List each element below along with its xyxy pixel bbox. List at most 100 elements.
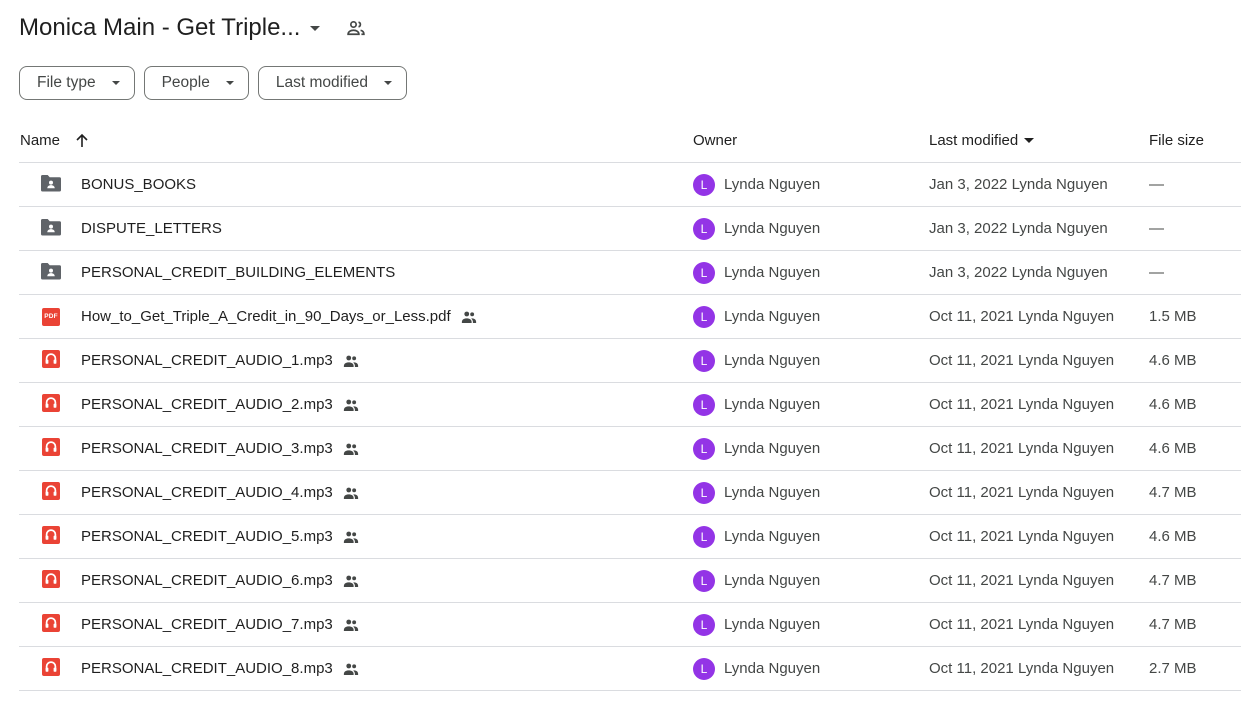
shared-folder-icon — [39, 171, 63, 199]
last-modified-cell: Oct 11, 2021 Lynda Nguyen — [929, 427, 1114, 470]
last-modified-filter-label: Last modified — [275, 74, 369, 91]
owner-name: Lynda Nguyen — [724, 660, 821, 677]
last-modified-cell: Jan 3, 2022 Lynda Nguyen — [929, 251, 1108, 294]
last-modified-column-label: Last modified — [929, 132, 1019, 149]
shared-icon — [342, 528, 360, 546]
owner-cell: L Lynda Nguyen — [693, 647, 820, 690]
owner-column-header: Owner — [693, 119, 737, 162]
owner-cell: L Lynda Nguyen — [693, 251, 820, 294]
file-name[interactable]: PERSONAL_CREDIT_AUDIO_8.mp3 — [81, 660, 333, 677]
name-column-header[interactable]: Name — [20, 119, 90, 162]
owner-avatar: L — [693, 393, 715, 416]
owner-avatar: L — [693, 613, 715, 636]
file-size-cell: — — [1149, 264, 1164, 281]
file-type-cell — [39, 383, 63, 426]
name-cell: PERSONAL_CREDIT_AUDIO_4.mp3 — [81, 471, 360, 514]
table-row[interactable]: PERSONAL_CREDIT_AUDIO_5.mp3 L Lynda Nguy… — [19, 515, 1241, 559]
modified-date: Oct 11, 2021 — [929, 572, 1014, 589]
file-name[interactable]: BONUS_BOOKS — [81, 176, 196, 193]
modified-by: Lynda Nguyen — [1011, 176, 1108, 193]
shared-icon — [342, 484, 360, 502]
name-cell: PERSONAL_CREDIT_BUILDING_ELEMENTS — [81, 251, 395, 294]
owner-name: Lynda Nguyen — [724, 528, 821, 545]
owner-avatar: L — [693, 437, 715, 460]
title-dropdown-icon[interactable] — [310, 25, 321, 31]
pdf-icon: PDF — [42, 307, 60, 326]
table-row[interactable]: DISPUTE_LETTERS L Lynda Nguyen Jan 3, 20… — [19, 207, 1241, 251]
modified-date: Oct 11, 2021 — [929, 440, 1014, 457]
file-size-cell: 4.6 MB — [1149, 352, 1197, 369]
table-row[interactable]: PERSONAL_CREDIT_AUDIO_7.mp3 L Lynda Nguy… — [19, 603, 1241, 647]
file-type-filter[interactable]: File type — [19, 66, 135, 100]
shared-icon — [342, 396, 360, 414]
modified-date: Oct 11, 2021 — [929, 484, 1014, 501]
folder-title[interactable]: Monica Main - Get Triple... — [19, 14, 300, 42]
shared-folder-icon[interactable] — [346, 18, 366, 38]
last-modified-cell: Oct 11, 2021 Lynda Nguyen — [929, 515, 1114, 558]
file-type-cell — [39, 251, 63, 294]
file-size-column-label: File size — [1149, 132, 1205, 149]
file-type-cell — [39, 603, 63, 646]
file-size-cell: 4.7 MB — [1149, 572, 1197, 589]
owner-cell: L Lynda Nguyen — [693, 603, 820, 646]
last-modified-column-header[interactable]: Last modified — [929, 119, 1035, 162]
file-list: BONUS_BOOKS L Lynda Nguyen Jan 3, 2022 L… — [19, 163, 1241, 691]
caret-down-icon — [111, 81, 120, 85]
audio-file-icon — [41, 569, 61, 593]
table-row[interactable]: PERSONAL_CREDIT_AUDIO_6.mp3 L Lynda Nguy… — [19, 559, 1241, 603]
owner-avatar: L — [693, 525, 715, 548]
file-name[interactable]: PERSONAL_CREDIT_AUDIO_1.mp3 — [81, 352, 333, 369]
file-name[interactable]: PERSONAL_CREDIT_BUILDING_ELEMENTS — [81, 264, 395, 281]
owner-avatar: L — [693, 217, 715, 240]
modified-by: Lynda Nguyen — [1017, 396, 1115, 413]
modified-date: Oct 11, 2021 — [929, 616, 1014, 633]
table-row[interactable]: PDF How_to_Get_Triple_A_Credit_in_90_Day… — [19, 295, 1241, 339]
shared-folder-icon — [39, 259, 63, 287]
last-modified-filter[interactable]: Last modified — [257, 66, 408, 100]
modified-date: Oct 11, 2021 — [929, 660, 1014, 677]
modified-by: Lynda Nguyen — [1017, 308, 1115, 325]
name-cell: PERSONAL_CREDIT_AUDIO_6.mp3 — [81, 559, 360, 602]
file-name[interactable]: How_to_Get_Triple_A_Credit_in_90_Days_or… — [81, 308, 451, 325]
file-name[interactable]: PERSONAL_CREDIT_AUDIO_3.mp3 — [81, 440, 333, 457]
table-row[interactable]: PERSONAL_CREDIT_AUDIO_2.mp3 L Lynda Nguy… — [19, 383, 1241, 427]
name-cell: PERSONAL_CREDIT_AUDIO_5.mp3 — [81, 515, 360, 558]
owner-name: Lynda Nguyen — [724, 440, 821, 457]
audio-file-icon — [41, 349, 61, 373]
owner-cell: L Lynda Nguyen — [693, 559, 820, 602]
file-name[interactable]: PERSONAL_CREDIT_AUDIO_5.mp3 — [81, 528, 333, 545]
modified-by: Lynda Nguyen — [1011, 264, 1108, 281]
table-row[interactable]: PERSONAL_CREDIT_BUILDING_ELEMENTS L Lynd… — [19, 251, 1241, 295]
modified-date: Jan 3, 2022 — [929, 176, 1008, 193]
table-row[interactable]: PERSONAL_CREDIT_AUDIO_4.mp3 L Lynda Nguy… — [19, 471, 1241, 515]
modified-by: Lynda Nguyen — [1017, 352, 1115, 369]
table-row[interactable]: BONUS_BOOKS L Lynda Nguyen Jan 3, 2022 L… — [19, 163, 1241, 207]
file-name[interactable]: PERSONAL_CREDIT_AUDIO_7.mp3 — [81, 616, 333, 633]
owner-name: Lynda Nguyen — [724, 176, 821, 193]
file-size-cell: 2.7 MB — [1149, 660, 1197, 677]
file-name[interactable]: DISPUTE_LETTERS — [81, 220, 222, 237]
table-row[interactable]: PERSONAL_CREDIT_AUDIO_1.mp3 L Lynda Nguy… — [19, 339, 1241, 383]
table-header: Name Owner Last modified File size — [19, 119, 1241, 163]
file-name[interactable]: PERSONAL_CREDIT_AUDIO_2.mp3 — [81, 396, 333, 413]
file-name[interactable]: PERSONAL_CREDIT_AUDIO_4.mp3 — [81, 484, 333, 501]
file-type-cell — [39, 515, 63, 558]
owner-name: Lynda Nguyen — [724, 264, 821, 281]
file-name[interactable]: PERSONAL_CREDIT_AUDIO_6.mp3 — [81, 572, 333, 589]
last-modified-cell: Oct 11, 2021 Lynda Nguyen — [929, 471, 1114, 514]
shared-icon — [342, 616, 360, 634]
file-size-cell: 4.7 MB — [1149, 484, 1197, 501]
modified-date: Oct 11, 2021 — [929, 308, 1014, 325]
owner-avatar: L — [693, 173, 715, 196]
shared-icon — [460, 308, 478, 326]
table-row[interactable]: PERSONAL_CREDIT_AUDIO_3.mp3 L Lynda Nguy… — [19, 427, 1241, 471]
modified-by: Lynda Nguyen — [1017, 440, 1115, 457]
people-filter[interactable]: People — [143, 66, 249, 100]
owner-name: Lynda Nguyen — [724, 396, 821, 413]
modified-date: Jan 3, 2022 — [929, 220, 1008, 237]
file-type-cell — [39, 647, 63, 690]
table-row[interactable]: PERSONAL_CREDIT_AUDIO_8.mp3 L Lynda Nguy… — [19, 647, 1241, 691]
sort-ascending-icon[interactable] — [74, 133, 90, 149]
owner-cell: L Lynda Nguyen — [693, 207, 820, 250]
file-type-cell: PDF — [39, 295, 63, 338]
